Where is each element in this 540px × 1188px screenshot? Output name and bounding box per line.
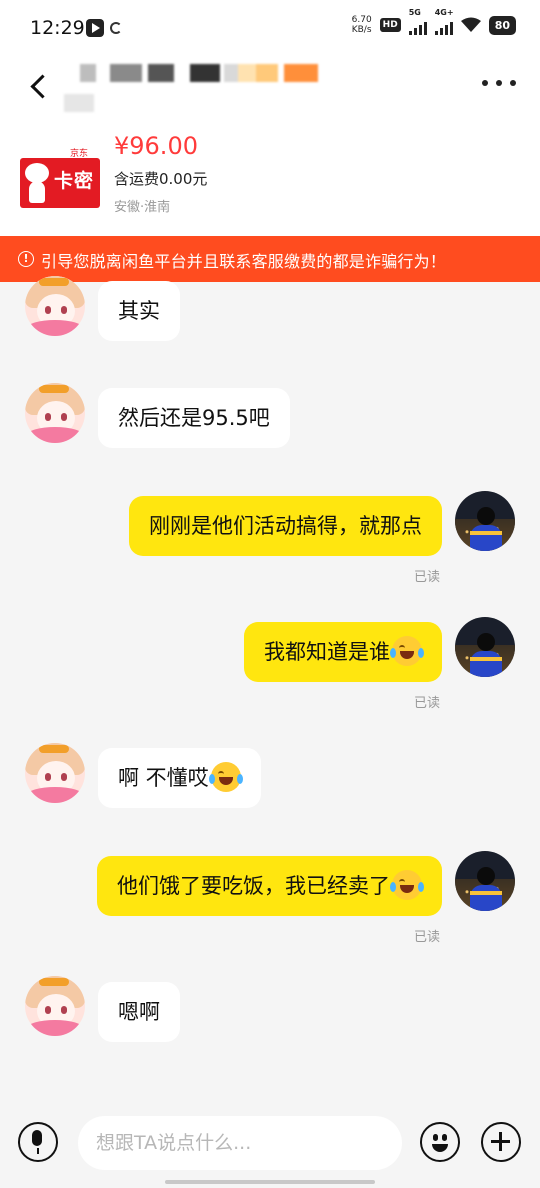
warning-icon: ! xyxy=(18,251,34,267)
contact-avatar[interactable] xyxy=(25,276,85,336)
home-indicator[interactable] xyxy=(165,1180,375,1184)
user-avatar[interactable] xyxy=(455,851,515,911)
jd-mascot-icon xyxy=(23,163,51,203)
product-location: 安徽·淮南 xyxy=(114,200,171,215)
status-time: 12:29 xyxy=(30,17,85,39)
message-bubble-sent[interactable]: 刚刚是他们活动搞得，就那点 xyxy=(129,496,442,556)
message-input-bar xyxy=(0,1100,540,1188)
message-text: 啊 不懂哎 xyxy=(118,766,209,790)
user-avatar[interactable] xyxy=(455,617,515,677)
fraud-warning-banner: ! 引导您脱离闲鱼平台并且联系客服缴费的都是诈骗行为！ xyxy=(0,236,540,282)
contact-avatar[interactable] xyxy=(25,976,85,1036)
shipping-fee: 含运费0.00元 xyxy=(114,170,208,188)
message-bubble-received[interactable]: 其实 xyxy=(98,281,180,341)
voice-input-icon[interactable] xyxy=(18,1122,58,1162)
laugh-cry-emoji-icon xyxy=(208,762,243,792)
contact-avatar[interactable] xyxy=(25,743,85,803)
message-bubble-received[interactable]: 啊 不懂哎 xyxy=(98,748,261,808)
blurred-username xyxy=(62,64,322,112)
product-thumbnail: 卡密 京东 xyxy=(20,132,100,212)
message-bubble-received[interactable]: 然后还是95.5吧 xyxy=(98,388,290,448)
message-text: 我都知道是谁 xyxy=(264,640,390,664)
product-price: ¥96.00 xyxy=(114,132,198,160)
read-receipt: 已读 xyxy=(414,570,441,585)
product-image: 卡密 xyxy=(20,158,100,208)
wifi-icon xyxy=(460,17,481,33)
read-receipt: 已读 xyxy=(414,696,441,711)
contact-avatar[interactable] xyxy=(25,383,85,443)
signal-5g-icon: 5G xyxy=(408,8,427,35)
message-text: 他们饿了要吃饭，我已经卖了 xyxy=(117,874,390,898)
battery-icon: 80 xyxy=(488,15,516,35)
status-bar: 12:29 6.70 KB/s HD 5G 4G+ 80 xyxy=(0,0,540,56)
chat-header xyxy=(0,56,540,120)
hd-voice-icon: HD xyxy=(379,18,401,32)
brand-tag: 京东 xyxy=(70,149,89,159)
add-attachment-icon[interactable] xyxy=(481,1122,521,1162)
emoji-picker-icon[interactable] xyxy=(420,1122,460,1162)
message-bubble-sent[interactable]: 我都知道是谁 xyxy=(244,622,442,682)
signal-4g-icon: 4G+ xyxy=(434,8,454,35)
app-notification-icon xyxy=(86,19,104,37)
user-avatar[interactable] xyxy=(455,491,515,551)
laugh-cry-emoji-icon xyxy=(390,636,424,666)
sync-icon xyxy=(110,22,122,34)
message-input[interactable] xyxy=(78,1116,402,1170)
back-icon[interactable] xyxy=(24,66,60,102)
laugh-cry-emoji-icon xyxy=(390,870,424,900)
card-label: 卡密 xyxy=(54,170,95,192)
message-bubble-sent[interactable]: 他们饿了要吃饭，我已经卖了 xyxy=(97,856,442,916)
message-bubble-received[interactable]: 嗯啊 xyxy=(98,982,180,1042)
product-card[interactable]: 卡密 京东 ¥96.00 含运费0.00元 安徽·淮南 xyxy=(0,120,540,236)
more-options-icon[interactable] xyxy=(482,74,516,92)
network-speed: 6.70 KB/s xyxy=(351,15,372,35)
message-input-container[interactable] xyxy=(78,1116,402,1170)
warning-text: 引导您脱离闲鱼平台并且联系客服缴费的都是诈骗行为！ xyxy=(41,252,447,271)
status-indicators: 6.70 KB/s HD 5G 4G+ 80 xyxy=(351,8,516,35)
read-receipt: 已读 xyxy=(414,930,441,945)
